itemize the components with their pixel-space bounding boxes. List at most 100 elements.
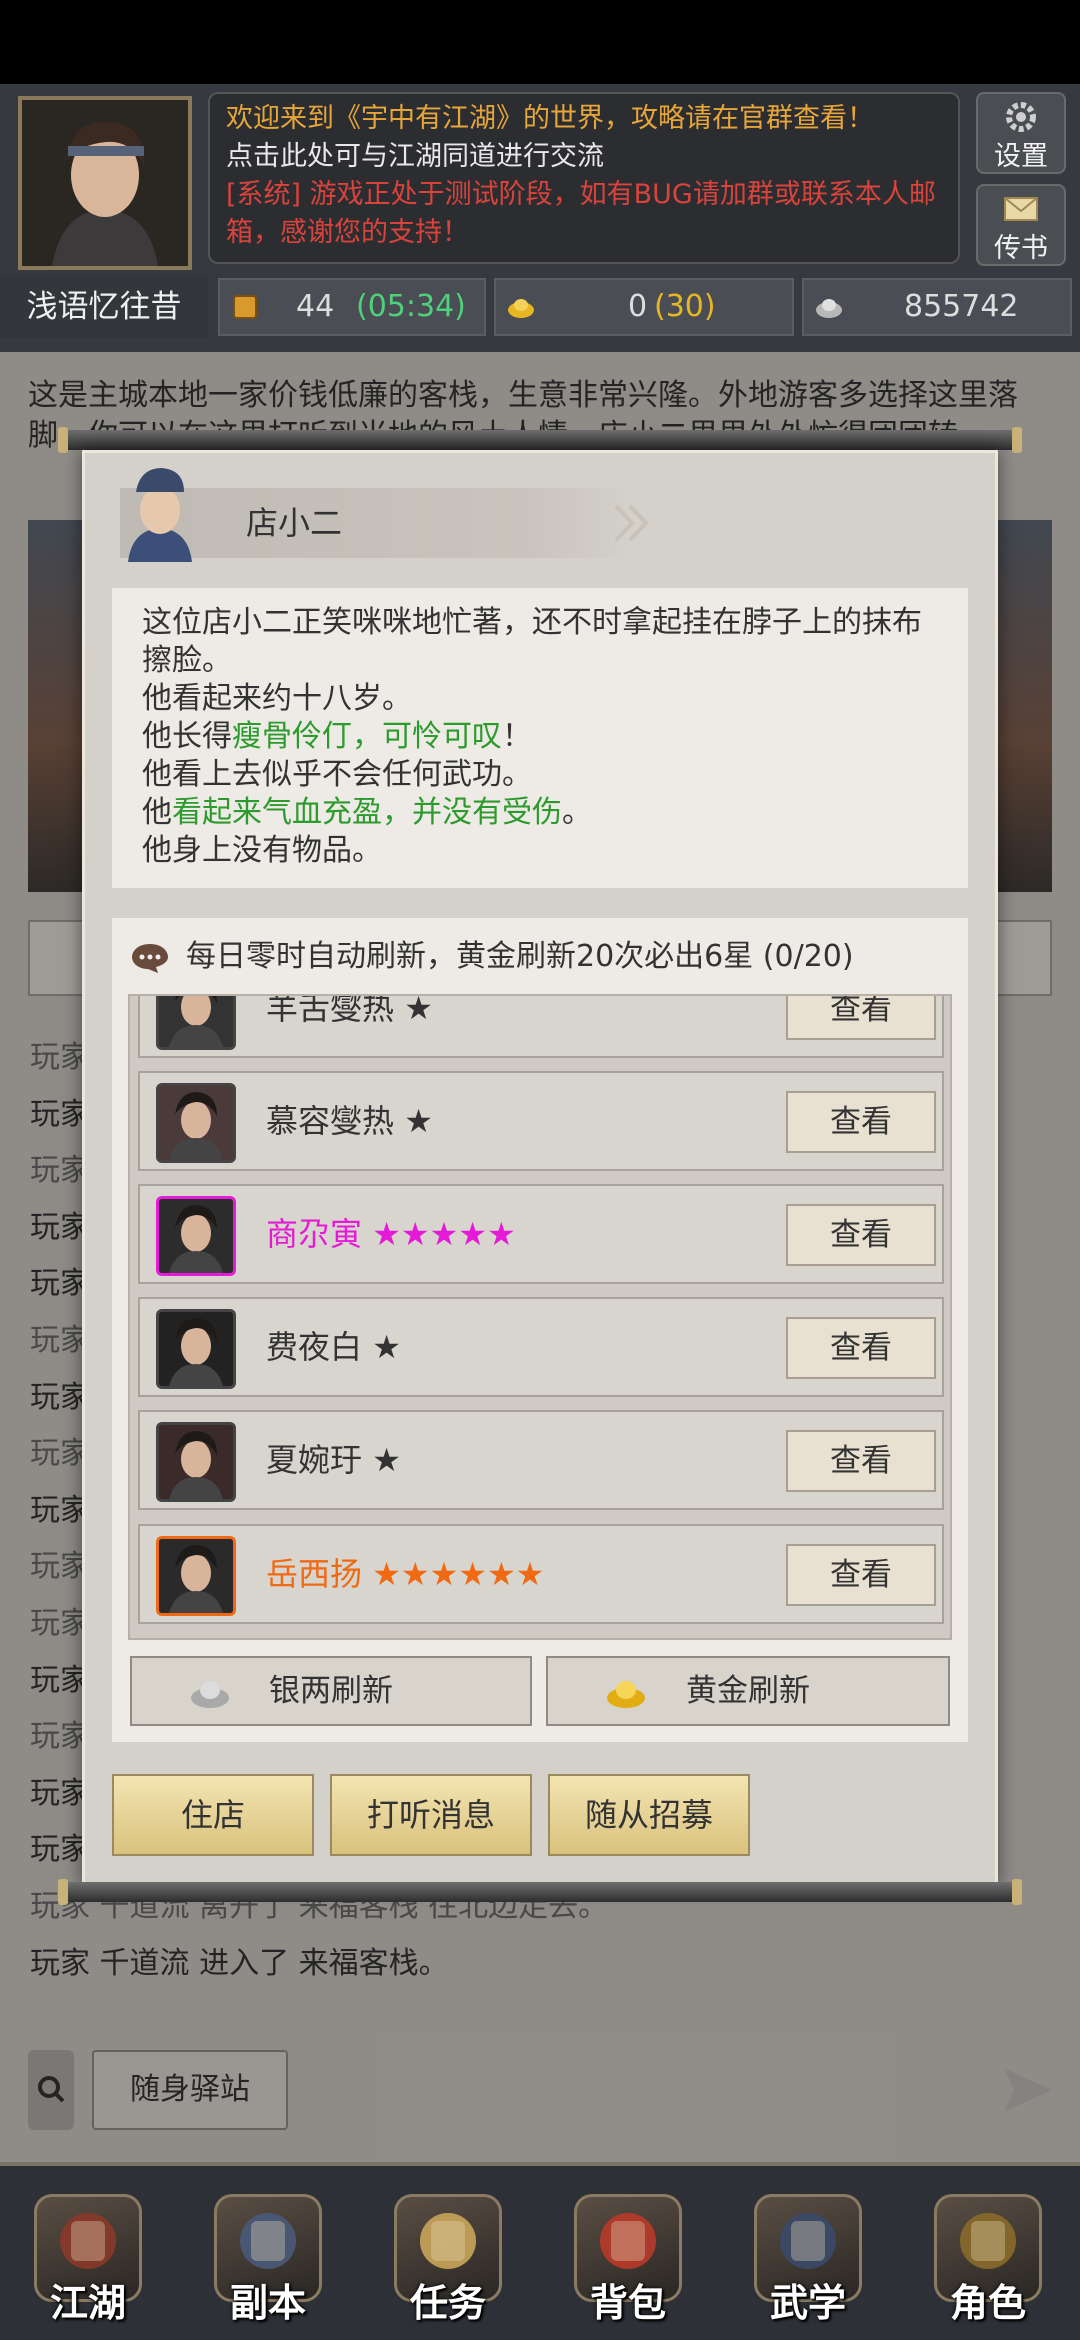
chat-hint-text: 点击此处可与江湖同道进行交流 xyxy=(226,141,604,172)
announcement-box[interactable]: 欢迎来到《宇中有江湖》的世界，攻略请在官群查看！ 点击此处可与江湖同道进行交流 … xyxy=(208,92,960,264)
recruit-name: 费夜白 xyxy=(266,1328,363,1367)
recruit-name-line: 羊舌燮热 ★ xyxy=(266,994,433,1056)
system-notice-text: [系统] 游戏正处于测试阶段，如有BUG请加群或联系本人邮箱，感谢您的支持！ xyxy=(226,179,936,248)
scroll-rod-bottom xyxy=(62,1882,1018,1902)
nav-book[interactable]: 武学 xyxy=(750,2190,866,2326)
name-star-gap xyxy=(362,1555,372,1593)
envelope-icon xyxy=(1004,197,1038,221)
recruit-avatar xyxy=(156,1535,236,1616)
recruit-name: 岳西扬 xyxy=(266,1554,363,1593)
nav-gourd[interactable]: 角色 xyxy=(930,2190,1046,2326)
desc-line-3-suffix: ！ xyxy=(502,719,532,754)
npc-name: 店小二 xyxy=(246,504,343,542)
ask-news-button[interactable]: 打听消息 xyxy=(330,1774,532,1856)
recruit-avatar xyxy=(156,996,236,1050)
settings-label: 设置 xyxy=(994,141,1048,172)
character-portrait-icon xyxy=(159,996,233,1047)
character-portrait-icon xyxy=(159,1538,233,1613)
nav-label: 江湖 xyxy=(49,2281,126,2325)
recruit-row: 商尕寅 ★★★★★ 查看 xyxy=(138,1184,944,1285)
desc-line-4: 他看上去似乎不会任何武功。 xyxy=(142,757,532,792)
player-avatar[interactable] xyxy=(18,96,192,270)
nav-scroll[interactable]: 任务 xyxy=(390,2190,506,2326)
view-button[interactable]: 查看 xyxy=(786,1317,936,1380)
desc-line-5-highlight: 看起来气血充盈，并没有受伤 xyxy=(172,795,562,830)
nav-pagoda[interactable]: 江湖 xyxy=(30,2190,146,2326)
double-chevron-icon xyxy=(614,504,649,542)
recruit-name-line: 岳西扬 ★★★★★★ xyxy=(266,1526,544,1622)
recruit-follower-button[interactable]: 随从招募 xyxy=(548,1774,750,1856)
mail-button[interactable]: 传书 xyxy=(976,184,1066,266)
gear-icon xyxy=(1006,102,1036,132)
silver-value: 855742 xyxy=(904,289,1019,324)
stamina-timer: (05:34) xyxy=(356,289,466,324)
nav-label: 副本 xyxy=(229,2281,306,2325)
view-button[interactable]: 查看 xyxy=(786,1091,936,1154)
desc-line-2: 他看起来约十八岁。 xyxy=(142,681,412,716)
name-star-gap xyxy=(394,1102,404,1140)
silver-ingot-icon xyxy=(816,299,842,318)
recruit-row: 岳西扬 ★★★★★★ 查看 xyxy=(138,1523,944,1624)
recruit-stars: ★ xyxy=(372,1441,401,1480)
scroll-rod-top-left-cap xyxy=(58,427,68,453)
view-button[interactable]: 查看 xyxy=(786,996,936,1040)
desc-line-3-prefix: 他长得 xyxy=(142,719,232,754)
mail-label: 传书 xyxy=(994,233,1048,264)
player-portrait-icon xyxy=(22,100,188,266)
silver-resource: 855742 xyxy=(802,278,1072,336)
recruit-avatar xyxy=(156,1196,236,1277)
username: 浅语忆往昔 xyxy=(0,276,208,338)
silver-refresh-label: 银两刷新 xyxy=(269,1673,393,1709)
desc-line-3-highlight: 瘦骨伶仃，可怜可叹 xyxy=(232,719,502,754)
recruit-stars: ★ xyxy=(372,1328,401,1367)
name-star-gap xyxy=(362,1441,372,1479)
recruit-stars: ★ xyxy=(404,1102,433,1141)
stamina-resource: 44 (05:34) xyxy=(218,278,486,336)
recruit-name-line: 慕容燮热 ★ xyxy=(266,1073,433,1169)
view-button[interactable]: 查看 xyxy=(786,1543,936,1606)
desc-line-5-suffix: 。 xyxy=(562,795,592,830)
silver-refresh-button[interactable]: 银两刷新 xyxy=(130,1656,532,1726)
scroll-rod-top xyxy=(62,430,1018,450)
gold-resource: 0 (30) xyxy=(494,278,794,336)
desc-line-5-prefix: 他 xyxy=(142,795,172,830)
npc-portrait-icon xyxy=(128,468,192,562)
recruit-name-line: 商尕寅 ★★★★★ xyxy=(266,1186,516,1282)
stay-inn-button[interactable]: 住店 xyxy=(112,1774,314,1856)
refresh-tip-text: 每日零时自动刷新，黄金刷新20次必出6星 (0/20) xyxy=(186,939,854,974)
name-star-gap xyxy=(362,1328,372,1366)
recruit-name: 商尕寅 xyxy=(266,1215,363,1254)
nav-label: 角色 xyxy=(949,2281,1026,2325)
gold-refresh-label: 黄金刷新 xyxy=(686,1673,810,1709)
character-portrait-icon xyxy=(159,1199,233,1274)
recruit-avatar xyxy=(156,1422,236,1503)
scroll-rod-top-right-cap xyxy=(1012,427,1022,453)
recruit-name-line: 夏婉玗 ★ xyxy=(266,1412,401,1508)
scroll-rod-bottom-right-cap xyxy=(1012,1879,1022,1905)
status-bar xyxy=(0,0,1080,84)
gold-extra: (30) xyxy=(654,289,716,324)
desc-line-6: 他身上没有物品。 xyxy=(142,833,382,868)
character-portrait-icon xyxy=(159,1086,233,1161)
name-star-gap xyxy=(362,1215,372,1253)
view-button[interactable]: 查看 xyxy=(786,1430,936,1493)
recruit-row: 慕容燮热 ★ 查看 xyxy=(138,1071,944,1172)
recruit-name: 羊舌燮热 xyxy=(266,994,395,1027)
chat-bubble-icon xyxy=(132,944,168,973)
recruit-name-line: 费夜白 ★ xyxy=(266,1299,401,1395)
settings-button[interactable]: 设置 xyxy=(976,92,1066,174)
name-star-gap xyxy=(394,996,404,1027)
recruit-avatar xyxy=(156,1083,236,1164)
nav-sword[interactable]: 副本 xyxy=(210,2190,326,2326)
nav-bag[interactable]: 背包 xyxy=(570,2190,686,2326)
gold-value: 0 xyxy=(628,289,648,324)
character-portrait-icon xyxy=(159,1425,233,1500)
recruit-stars: ★★★★★★ xyxy=(372,1554,545,1593)
gold-refresh-button[interactable]: 黄金刷新 xyxy=(546,1656,950,1726)
recruit-stars: ★ xyxy=(404,994,433,1027)
recruit-avatar xyxy=(156,1309,236,1390)
recruit-row: 羊舌燮热 ★ 查看 xyxy=(138,994,944,1058)
view-button[interactable]: 查看 xyxy=(786,1204,936,1267)
scroll-rod-bottom-left-cap xyxy=(58,1879,68,1905)
recruit-list[interactable]: 羊舌燮热 ★ 查看 慕容燮热 ★ 查看 商尕寅 ★★★★★ 查看 费夜白 ★ 查看 夏婉玗 ★ 查… xyxy=(128,994,952,1640)
